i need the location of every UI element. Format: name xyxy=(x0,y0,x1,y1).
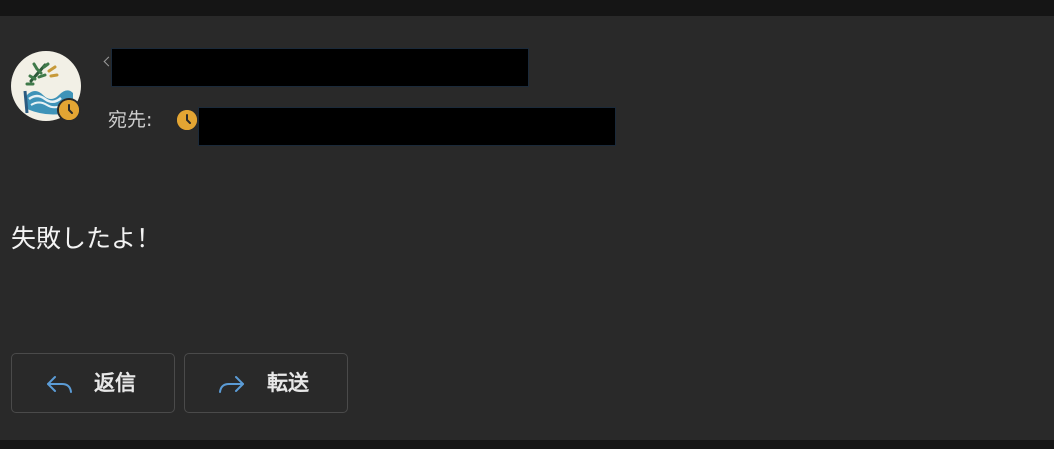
clock-away-icon xyxy=(177,110,197,130)
reply-arrow-icon xyxy=(47,376,72,393)
reply-button[interactable]: 返信 xyxy=(11,353,175,413)
sender-name-redacted[interactable] xyxy=(111,48,529,87)
bottom-strip xyxy=(0,440,1054,449)
message-body: 失敗したよ！ xyxy=(11,224,162,253)
forward-arrow-icon xyxy=(219,376,244,393)
recipient-presence-badge xyxy=(177,110,197,130)
forward-label: 転送 xyxy=(267,371,309,395)
clock-away-icon xyxy=(59,100,79,120)
recipient-label: 宛先: xyxy=(108,109,153,131)
sender-presence-badge xyxy=(57,98,81,122)
recipient-name-redacted[interactable] xyxy=(198,107,616,146)
forward-button[interactable]: 転送 xyxy=(184,353,348,413)
top-strip xyxy=(0,0,1054,16)
reply-label: 返信 xyxy=(94,371,136,395)
